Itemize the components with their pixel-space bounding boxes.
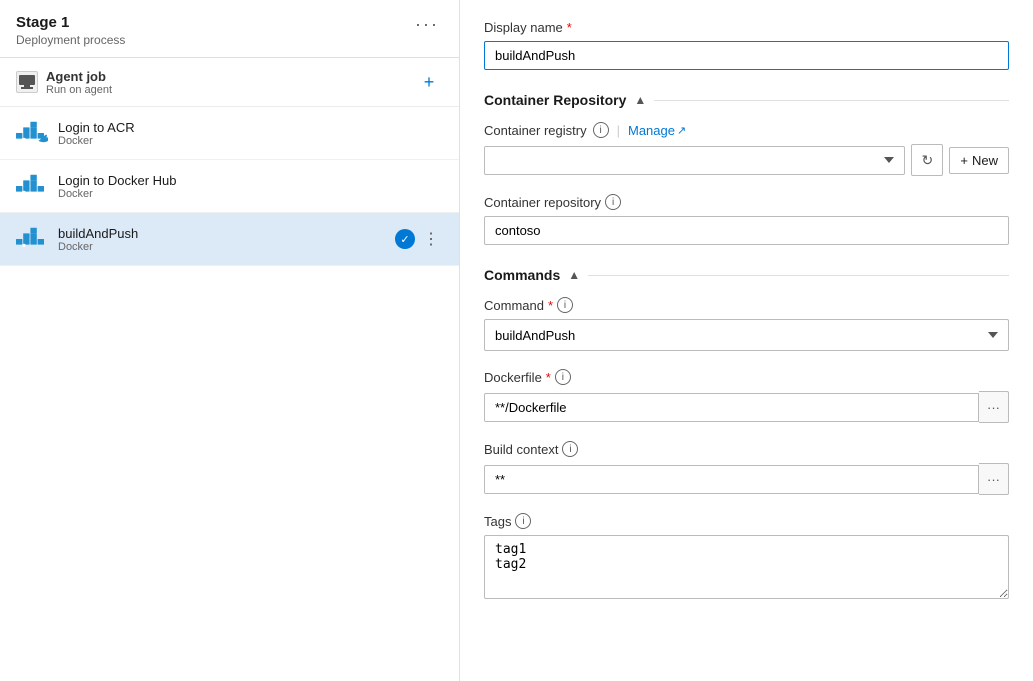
dockerfile-required-star: * (546, 370, 551, 385)
task-item-login-docker-hub[interactable]: Login to Docker Hub Docker (0, 160, 459, 213)
build-context-label: Build context i (484, 441, 1009, 457)
command-info-icon[interactable]: i (557, 297, 573, 313)
container-repository-section-header: Container Repository ▲ (484, 88, 1009, 108)
build-context-browse-button[interactable]: ··· (979, 463, 1009, 495)
agent-icon (16, 71, 38, 93)
right-panel: Display name * Container Repository ▲ Co… (460, 0, 1033, 681)
registry-info-icon[interactable]: i (593, 122, 609, 138)
container-registry-group: Container registry i | Manage ↗ ↻ + New (484, 122, 1009, 176)
external-link-icon: ↗ (677, 124, 686, 137)
task-list: Login to ACR Docker Login to Docke (0, 107, 459, 681)
section-divider (654, 100, 1009, 101)
task-sublabel-docker-hub: Docker (58, 188, 443, 200)
dockerfile-input-row: ··· (484, 391, 1009, 423)
build-context-info-icon[interactable]: i (562, 441, 578, 457)
tags-info-icon[interactable]: i (515, 513, 531, 529)
build-context-input-row: ··· (484, 463, 1009, 495)
dockerfile-info-icon[interactable]: i (555, 369, 571, 385)
docker-icon (16, 117, 48, 149)
command-dropdown[interactable]: buildAndPush (484, 319, 1009, 351)
task-sublabel-build-and-push: Docker (58, 241, 385, 253)
required-star: * (567, 20, 572, 35)
pipe-divider: | (617, 123, 620, 138)
repository-info-icon[interactable]: i (605, 194, 621, 210)
commands-section-divider (588, 275, 1009, 276)
dockerfile-group: Dockerfile * i ··· (484, 369, 1009, 423)
command-label: Command * i (484, 297, 1009, 313)
left-panel: Stage 1 Deployment process ··· Agent job… (0, 0, 460, 681)
task-menu-button[interactable]: ⋮ (419, 227, 443, 251)
agent-job-info: Agent job Run on agent (16, 69, 112, 96)
agent-job-sublabel: Run on agent (46, 84, 112, 96)
manage-link[interactable]: Manage ↗ (628, 123, 686, 138)
build-context-group: Build context i ··· (484, 441, 1009, 495)
stage-info: Stage 1 Deployment process (16, 14, 125, 47)
registry-row: Container registry i | Manage ↗ (484, 122, 1009, 138)
task-check-icon: ✓ (395, 229, 415, 249)
task-info-login-acr: Login to ACR Docker (58, 120, 443, 147)
add-task-button[interactable]: + (415, 68, 443, 96)
tags-group: Tags i tag1 tag2 (484, 513, 1009, 602)
display-name-group: Display name * (484, 20, 1009, 70)
task-actions: ✓ ⋮ (395, 227, 443, 251)
task-item-build-and-push[interactable]: buildAndPush Docker ✓ ⋮ (0, 213, 459, 266)
task-item-login-acr[interactable]: Login to ACR Docker (0, 107, 459, 160)
build-context-input[interactable] (484, 465, 979, 494)
dockerfile-browse-button[interactable]: ··· (979, 391, 1009, 423)
stage-title: Stage 1 (16, 14, 125, 31)
tags-textarea[interactable]: tag1 tag2 (484, 535, 1009, 599)
registry-dropdown[interactable] (484, 146, 905, 175)
agent-job-labels: Agent job Run on agent (46, 69, 112, 96)
display-name-input[interactable] (484, 41, 1009, 70)
container-repository-collapse-icon[interactable]: ▲ (634, 93, 646, 107)
command-group: Command * i buildAndPush (484, 297, 1009, 351)
refresh-registry-button[interactable]: ↻ (911, 144, 943, 176)
container-repository-title: Container Repository (484, 92, 626, 108)
commands-section-header: Commands ▲ (484, 263, 1009, 283)
command-required-star: * (548, 298, 553, 313)
docker-icon-3 (16, 223, 48, 255)
dockerfile-input[interactable] (484, 393, 979, 422)
agent-job-row: Agent job Run on agent + (0, 58, 459, 107)
docker-icon-2 (16, 170, 48, 202)
task-name-docker-hub: Login to Docker Hub (58, 173, 443, 188)
task-name-build-and-push: buildAndPush (58, 226, 385, 241)
commands-title: Commands (484, 267, 560, 283)
task-sublabel: Docker (58, 135, 443, 147)
commands-collapse-icon[interactable]: ▲ (568, 268, 580, 282)
display-name-label: Display name * (484, 20, 1009, 35)
plus-icon: + (960, 153, 968, 168)
repository-label: Container repository i (484, 194, 1009, 210)
task-info-login-docker-hub: Login to Docker Hub Docker (58, 173, 443, 200)
tags-label: Tags i (484, 513, 1009, 529)
registry-label: Container registry (484, 123, 587, 138)
dockerfile-label: Dockerfile * i (484, 369, 1009, 385)
stage-header: Stage 1 Deployment process ··· (0, 0, 459, 58)
stage-menu-button[interactable]: ··· (411, 14, 443, 35)
repository-input[interactable] (484, 216, 1009, 245)
container-repository-group: Container repository i (484, 194, 1009, 245)
stage-subtitle: Deployment process (16, 33, 125, 47)
registry-select-row: ↻ + New (484, 144, 1009, 176)
agent-job-label: Agent job (46, 69, 112, 84)
new-registry-button[interactable]: + New (949, 147, 1009, 174)
task-info-build-and-push: buildAndPush Docker (58, 226, 385, 253)
task-name: Login to ACR (58, 120, 443, 135)
